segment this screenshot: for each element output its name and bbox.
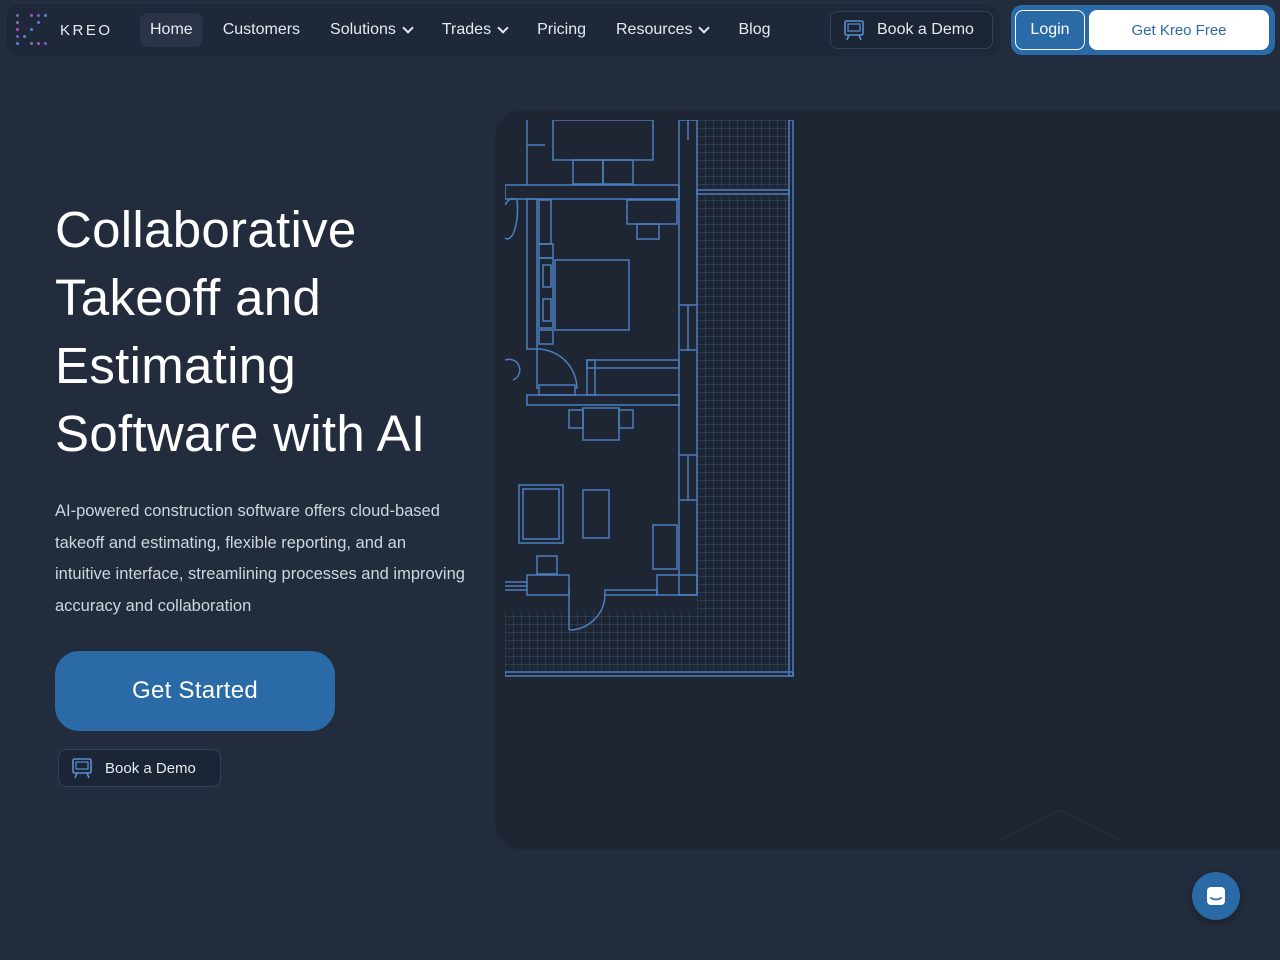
login-label: Login xyxy=(1030,21,1070,38)
chat-bubble-icon xyxy=(1207,887,1225,905)
auth-buttons: Login Get Kreo Free xyxy=(1011,5,1275,55)
get-kreo-free-button[interactable]: Get Kreo Free xyxy=(1089,10,1269,50)
kreo-logo[interactable]: KREO xyxy=(16,13,113,47)
nav-item-pricing[interactable]: Pricing xyxy=(527,13,596,47)
nav-item-resources[interactable]: Resources xyxy=(606,13,718,47)
login-button[interactable]: Login xyxy=(1015,10,1085,50)
logo-dot xyxy=(16,14,19,17)
nav-item-blog[interactable]: Blog xyxy=(728,13,780,47)
nav-item-label: Solutions xyxy=(330,21,396,38)
decorative-chevron xyxy=(1000,810,1120,841)
floor-plan-panel xyxy=(495,110,1280,850)
logo-dot xyxy=(23,35,26,38)
get-kreo-free-label: Get Kreo Free xyxy=(1131,21,1227,39)
nav-item-home[interactable]: Home xyxy=(140,13,203,47)
logo-dot xyxy=(16,21,19,24)
nav-item-label: Blog xyxy=(738,21,771,38)
logo-dot xyxy=(23,28,26,31)
get-started-button[interactable]: Get Started xyxy=(55,651,335,731)
nav-item-label: Trades xyxy=(441,21,492,38)
logo-dot xyxy=(37,21,40,24)
chevron-down-icon xyxy=(497,22,509,34)
nav-item-label: Home xyxy=(150,21,193,38)
logo-dot xyxy=(30,21,33,24)
logo-dot xyxy=(44,28,47,31)
top-navigation: KREO Home Customers Solutions Trades Pri… xyxy=(6,4,1000,56)
logo-dot xyxy=(23,42,26,45)
nav-book-demo-label: Book a Demo xyxy=(877,21,974,38)
logo-dot xyxy=(16,42,19,45)
logo-dot xyxy=(44,42,47,45)
kreo-logo-icon xyxy=(16,13,48,47)
logo-dot xyxy=(37,14,40,17)
hero-title: Collaborative Takeoff and Estimating Sof… xyxy=(55,196,485,468)
hero-title-line: Takeoff and xyxy=(55,269,322,326)
logo-dot xyxy=(44,14,47,17)
logo-dot xyxy=(44,21,47,24)
logo-dot xyxy=(23,14,26,17)
hero-book-demo-label: Book a Demo xyxy=(105,759,196,777)
hero-title-line: Software with AI xyxy=(55,405,426,462)
nav-item-customers[interactable]: Customers xyxy=(213,13,310,47)
nav-item-solutions[interactable]: Solutions xyxy=(320,13,422,47)
logo-dot xyxy=(30,42,33,45)
brand-name: KREO xyxy=(60,21,113,39)
nav-item-label: Pricing xyxy=(537,21,586,38)
nav-item-label: Resources xyxy=(615,21,693,38)
hero-book-demo-button[interactable]: Book a Demo xyxy=(58,749,221,787)
hero-title-line: Estimating xyxy=(55,337,297,394)
logo-dot xyxy=(37,35,40,38)
chevron-down-icon xyxy=(402,22,414,34)
logo-dot xyxy=(16,28,19,31)
logo-dot xyxy=(23,21,26,24)
nav-item-trades[interactable]: Trades xyxy=(432,13,517,47)
logo-dot xyxy=(37,42,40,45)
floor-plan-illustration xyxy=(505,120,794,677)
logo-dot xyxy=(30,35,33,38)
nav-links: Home Customers Solutions Trades Pricing … xyxy=(140,13,791,47)
logo-dot xyxy=(37,28,40,31)
logo-dot xyxy=(16,35,19,38)
logo-dot xyxy=(30,28,33,31)
logo-dot xyxy=(30,14,33,17)
chevron-down-icon xyxy=(698,22,711,34)
get-started-label: Get Started xyxy=(131,677,259,704)
chat-launcher-button[interactable] xyxy=(1192,872,1240,920)
presentation-board-icon xyxy=(72,758,92,779)
hero-title-line: Collaborative xyxy=(55,201,357,258)
nav-item-label: Customers xyxy=(222,21,301,38)
presentation-board-icon xyxy=(844,20,864,41)
logo-dot xyxy=(44,35,47,38)
nav-book-demo-button[interactable]: Book a Demo xyxy=(830,11,993,49)
hero-description: AI-powered construction software offers … xyxy=(55,502,465,615)
